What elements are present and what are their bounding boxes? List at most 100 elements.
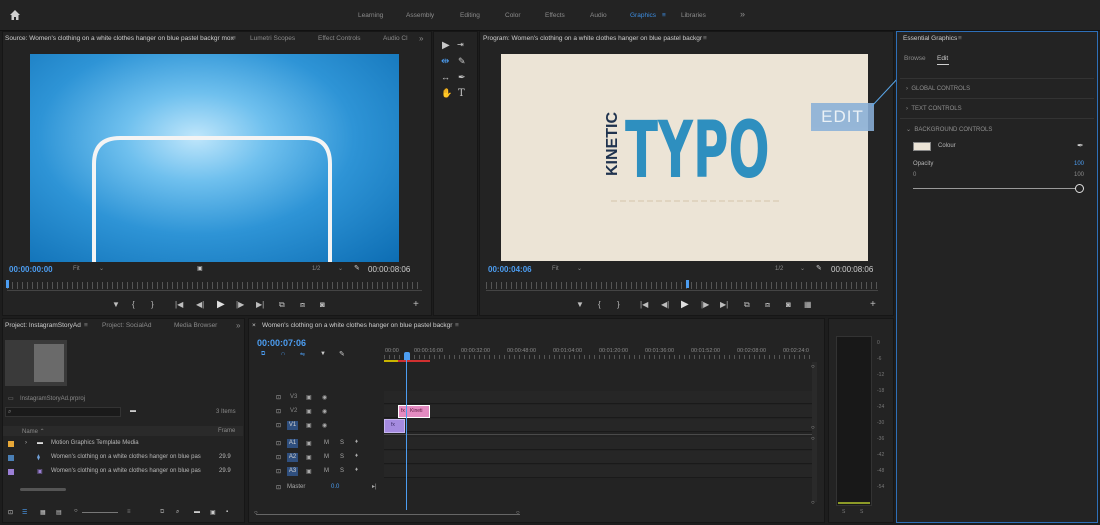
track-v2-lane[interactable] <box>384 405 814 418</box>
sync-lock-icon[interactable]: ▣ <box>306 440 312 447</box>
essential-graphics-title[interactable]: Essential Graphics <box>903 35 957 42</box>
opacity-slider-thumb[interactable] <box>1075 184 1084 193</box>
program-lift-icon[interactable]: ⧉ <box>744 300 750 310</box>
voiceover-mic-icon[interactable]: ♦ <box>355 439 358 445</box>
track-a1-label[interactable]: A1 <box>287 439 298 448</box>
eg-background-controls[interactable]: ⌄ BACKGROUND CONTROLS <box>906 126 992 133</box>
hand-tool-icon[interactable]: ✋ <box>441 88 452 99</box>
project-row[interactable]: ▣ Women's clothing on a white clothes ha… <box>5 467 235 480</box>
tab-media-browser[interactable]: Media Browser <box>174 322 217 329</box>
eg-tab-browse[interactable]: Browse <box>904 55 926 62</box>
scroll-handle-audio-icon[interactable]: ○ <box>811 436 815 442</box>
timeline-playhead-handle[interactable] <box>404 352 410 360</box>
source-go-to-out-icon[interactable]: ▶| <box>256 300 264 309</box>
timeline-sequence-tab[interactable]: Women's clothing on a white clothes hang… <box>262 322 452 329</box>
program-mark-out-icon[interactable]: } <box>617 300 620 309</box>
master-jump-icon[interactable]: ▸| <box>372 483 377 490</box>
project-row[interactable]: ⧫ Women's clothing on a white clothes ha… <box>5 453 235 466</box>
program-play-icon[interactable]: ▶ <box>681 299 689 310</box>
mute-button[interactable]: M <box>324 454 329 460</box>
project-thumbnail[interactable] <box>34 344 64 382</box>
new-bin-footer-icon[interactable]: ▬ <box>194 509 200 515</box>
col-name-header[interactable]: Name ⌃ <box>22 428 45 435</box>
track-v3-lane[interactable] <box>384 391 814 404</box>
source-time-ruler[interactable] <box>7 282 422 289</box>
scroll-handle-mid-icon[interactable]: ○ <box>811 425 815 431</box>
program-go-to-in-icon[interactable]: |◀ <box>640 300 648 309</box>
program-timecode-in[interactable]: 00:00:04:06 <box>488 265 532 274</box>
video-clip-v1[interactable]: fx <box>384 419 405 433</box>
source-export-frame-icon[interactable]: ◙ <box>320 300 325 309</box>
more-workspaces-icon[interactable]: » <box>740 9 745 19</box>
snap-icon[interactable]: ∩ <box>281 351 285 357</box>
program-settings-wrench-icon[interactable]: ✎ <box>816 264 822 272</box>
source-add-button-icon[interactable]: + <box>413 299 419 310</box>
program-time-ruler[interactable] <box>486 282 878 289</box>
timeline-settings-wrench-icon[interactable]: ✎ <box>339 350 345 358</box>
track-a3-lane[interactable] <box>384 465 814 478</box>
source-mark-in-icon[interactable]: { <box>132 300 135 309</box>
sync-lock-icon[interactable]: ▣ <box>306 394 312 401</box>
program-mark-in-icon[interactable]: { <box>598 300 601 309</box>
selection-tool-icon[interactable]: ▶ <box>442 40 450 51</box>
tab-effect-controls[interactable]: Effect Controls <box>318 35 361 42</box>
source-resolution-select[interactable]: 1/2 <box>312 266 320 272</box>
more-tabs-icon[interactable]: » <box>419 34 423 43</box>
track-v1-label[interactable]: V1 <box>287 421 298 430</box>
timeline-horizontal-scrollbar[interactable] <box>256 514 520 515</box>
solo-button[interactable]: S <box>340 468 344 474</box>
tab-project-instagram[interactable]: Project: InstagramStoryAd <box>5 322 81 329</box>
solo-button[interactable]: S <box>340 454 344 460</box>
track-lock-icon[interactable]: ⊡ <box>276 394 281 401</box>
hscroll-right-icon[interactable]: ○ <box>516 510 520 516</box>
track-lock-icon[interactable]: ⊡ <box>276 422 281 429</box>
clear-icon[interactable]: ▪ <box>226 509 228 515</box>
essential-graphics-menu-icon[interactable]: ≡ <box>958 35 962 42</box>
tab-project-socialad[interactable]: Project: SocialAd <box>102 322 152 329</box>
source-step-back-icon[interactable]: ◀| <box>196 300 204 309</box>
source-play-icon[interactable]: ▶ <box>217 299 225 310</box>
scroll-handle-top-icon[interactable]: ○ <box>811 364 815 370</box>
new-bin-icon[interactable]: ▬ <box>130 408 136 414</box>
track-lock-icon[interactable]: ⊡ <box>276 440 281 447</box>
track-a1-lane[interactable] <box>384 437 814 450</box>
meter-solo-right-button[interactable]: S <box>860 509 863 515</box>
workspace-learning[interactable]: Learning <box>358 12 383 19</box>
track-lock-icon[interactable]: ⊡ <box>276 468 281 475</box>
track-select-tool-icon[interactable]: ⇥ <box>457 40 464 49</box>
project-row[interactable]: › ▬ Motion Graphics Template Media <box>5 439 235 452</box>
program-fit-select[interactable]: Fit <box>552 266 559 272</box>
timeline-timecode[interactable]: 00:00:07:06 <box>257 338 306 348</box>
toggle-output-eye-icon[interactable]: ◉ <box>322 422 327 429</box>
solo-button[interactable]: S <box>340 440 344 446</box>
project-more-tabs-icon[interactable]: » <box>236 321 240 330</box>
program-resolution-chevron-icon[interactable]: ⌄ <box>800 265 805 272</box>
find-icon[interactable]: ⌕ <box>176 509 179 516</box>
opacity-slider-track[interactable] <box>913 188 1076 189</box>
program-tab[interactable]: Program: Women's clothing on a white clo… <box>483 35 702 42</box>
zoom-slider[interactable] <box>82 512 118 513</box>
graphic-clip-v2[interactable]: fx Kineti <box>398 405 430 418</box>
lock-icon[interactable]: ⊡ <box>8 509 13 516</box>
home-icon[interactable] <box>9 9 21 21</box>
source-fit-select[interactable]: Fit <box>73 266 80 272</box>
hscroll-left-icon[interactable]: ○ <box>254 510 258 516</box>
workspace-audio[interactable]: Audio <box>590 12 607 19</box>
timeline-playhead-line[interactable] <box>406 360 407 510</box>
program-add-marker-icon[interactable]: ▼ <box>576 300 584 309</box>
program-go-to-out-icon[interactable]: ▶| <box>720 300 728 309</box>
mute-button[interactable]: M <box>324 468 329 474</box>
voiceover-mic-icon[interactable]: ♦ <box>355 467 358 473</box>
sort-icon[interactable]: ≡ <box>127 509 131 515</box>
project-search-input[interactable]: ⌕ <box>5 407 121 417</box>
source-mark-out-icon[interactable]: } <box>151 300 154 309</box>
program-export-frame-icon[interactable]: ◙ <box>786 300 791 309</box>
workspace-graphics[interactable]: Graphics <box>630 12 656 19</box>
source-go-to-in-icon[interactable]: |◀ <box>175 300 183 309</box>
source-insert-icon[interactable]: ⧉ <box>279 300 285 310</box>
source-tab-menu-icon[interactable]: ≡ <box>232 35 236 42</box>
source-timecode-in[interactable]: 00:00:00:00 <box>9 265 53 274</box>
mute-button[interactable]: M <box>324 440 329 446</box>
master-volume-value[interactable]: 0.0 <box>331 484 339 490</box>
list-view-icon[interactable]: ☰ <box>22 509 27 516</box>
